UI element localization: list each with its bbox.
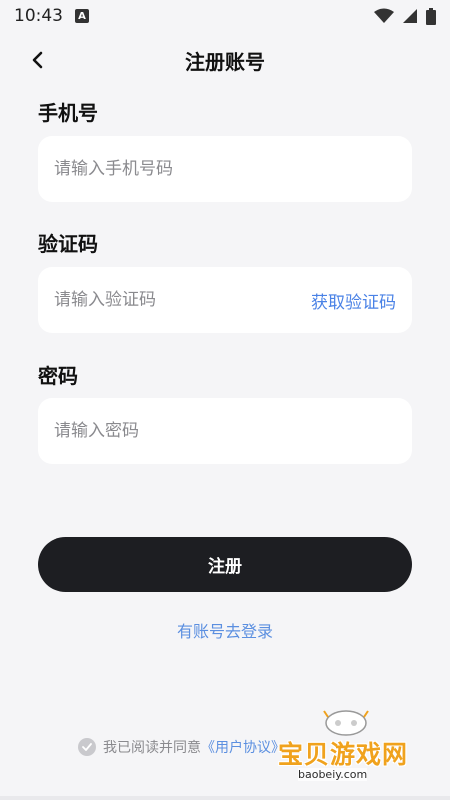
code-input[interactable] [54, 290, 303, 310]
phone-input[interactable] [54, 159, 396, 179]
watermark-url: baobeiy.com [298, 768, 368, 781]
login-link[interactable]: 有账号去登录 [0, 618, 450, 642]
password-input[interactable] [54, 421, 396, 441]
user-agreement-link[interactable]: 《用户协议》 [201, 737, 285, 757]
password-label: 密码 [38, 364, 78, 388]
agreement-prefix: 我已阅读并同意 [103, 740, 201, 756]
watermark: 宝贝游戏网 baobeiy.com [278, 705, 438, 785]
register-screen: 10:43 A 注册账号 手机号 验证码 获取 [0, 0, 450, 800]
status-icons [374, 7, 436, 25]
header: 注册账号 [0, 40, 450, 80]
phone-label: 手机号 [38, 101, 98, 125]
agreement-checkbox[interactable] [78, 738, 96, 756]
password-input-box [38, 398, 412, 464]
phone-input-box [38, 136, 412, 202]
status-time: 10:43 [14, 6, 63, 26]
page-title: 注册账号 [185, 50, 265, 74]
agreement-row: 我已阅读并同意 《用户协议》 [78, 736, 285, 758]
notification-icon: A [75, 9, 89, 23]
signal-icon [403, 9, 417, 23]
status-bar: 10:43 A [0, 0, 450, 32]
watermark-text: 宝贝游戏网 [278, 740, 409, 769]
nav-bar [0, 796, 450, 800]
get-code-button[interactable]: 获取验证码 [311, 288, 396, 313]
code-label: 验证码 [38, 232, 98, 256]
wifi-icon [374, 8, 394, 23]
code-input-box: 获取验证码 [38, 267, 412, 333]
battery-icon [426, 7, 436, 25]
register-button[interactable]: 注册 [38, 537, 412, 592]
check-circle-icon [82, 743, 92, 751]
